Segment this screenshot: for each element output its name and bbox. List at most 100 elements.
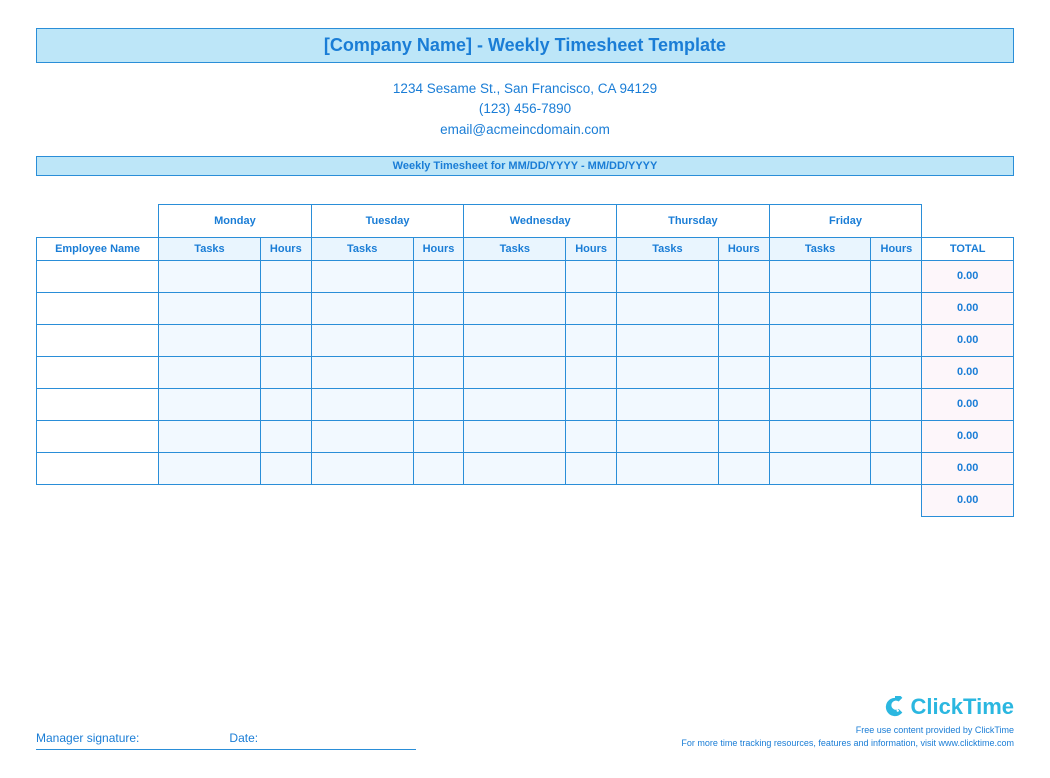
hours-cell[interactable]	[871, 388, 922, 420]
tasks-cell[interactable]	[464, 356, 566, 388]
col-hours: Hours	[718, 237, 769, 260]
tasks-cell[interactable]	[159, 292, 261, 324]
hours-cell[interactable]	[260, 452, 311, 484]
hours-cell[interactable]	[718, 260, 769, 292]
manager-signature-label: Manager signature:	[36, 731, 229, 745]
hours-cell[interactable]	[566, 324, 617, 356]
hours-cell[interactable]	[718, 292, 769, 324]
hours-cell[interactable]	[718, 324, 769, 356]
tasks-cell: 0.00	[922, 420, 1014, 452]
col-employee-name: Employee Name	[37, 237, 159, 260]
tasks-cell[interactable]	[311, 388, 413, 420]
employee-name-cell[interactable]	[37, 388, 159, 420]
tasks-cell[interactable]	[464, 324, 566, 356]
hours-cell[interactable]	[260, 356, 311, 388]
brand-line1: Free use content provided by ClickTime	[681, 725, 1014, 737]
col-hours: Hours	[413, 237, 464, 260]
tasks-cell[interactable]	[769, 324, 871, 356]
employee-name-cell[interactable]	[37, 356, 159, 388]
table-row: 0.00	[37, 260, 1014, 292]
tasks-cell[interactable]	[769, 420, 871, 452]
hours-cell[interactable]	[413, 420, 464, 452]
tasks-cell: 0.00	[922, 388, 1014, 420]
tasks-cell: 0.00	[922, 452, 1014, 484]
hours-cell[interactable]	[260, 292, 311, 324]
day-header-wednesday: Wednesday	[464, 204, 617, 237]
grand-total: 0.00	[922, 484, 1014, 516]
tasks-cell[interactable]	[769, 260, 871, 292]
hours-cell[interactable]	[413, 324, 464, 356]
tasks-cell[interactable]	[617, 388, 719, 420]
tasks-cell[interactable]	[159, 260, 261, 292]
hours-cell[interactable]	[871, 260, 922, 292]
tasks-cell[interactable]	[769, 452, 871, 484]
employee-name-cell[interactable]	[37, 420, 159, 452]
tasks-cell: 0.00	[922, 324, 1014, 356]
hours-cell[interactable]	[260, 388, 311, 420]
hours-cell[interactable]	[718, 388, 769, 420]
col-tasks: Tasks	[311, 237, 413, 260]
tasks-cell[interactable]	[769, 292, 871, 324]
hours-cell[interactable]	[566, 452, 617, 484]
hours-cell[interactable]	[413, 452, 464, 484]
tasks-cell[interactable]	[464, 420, 566, 452]
tasks-cell[interactable]	[464, 292, 566, 324]
clicktime-icon	[884, 696, 906, 718]
tasks-cell[interactable]	[617, 420, 719, 452]
hours-cell[interactable]	[413, 356, 464, 388]
tasks-cell[interactable]	[159, 356, 261, 388]
tasks-cell[interactable]	[311, 452, 413, 484]
hours-cell[interactable]	[871, 452, 922, 484]
tasks-cell[interactable]	[311, 260, 413, 292]
tasks-cell[interactable]	[617, 260, 719, 292]
page-title: [Company Name] - Weekly Timesheet Templa…	[36, 28, 1014, 63]
tasks-cell[interactable]	[311, 356, 413, 388]
col-tasks: Tasks	[617, 237, 719, 260]
hours-cell[interactable]	[718, 356, 769, 388]
tasks-cell[interactable]	[617, 356, 719, 388]
tasks-cell[interactable]	[769, 388, 871, 420]
hours-cell[interactable]	[260, 420, 311, 452]
hours-cell[interactable]	[260, 260, 311, 292]
hours-cell[interactable]	[566, 388, 617, 420]
tasks-cell[interactable]	[617, 324, 719, 356]
tasks-cell[interactable]	[159, 420, 261, 452]
brand-name: ClickTime	[910, 694, 1014, 720]
contact-phone: (123) 456-7890	[36, 99, 1014, 119]
hours-cell[interactable]	[871, 324, 922, 356]
hours-cell[interactable]	[566, 356, 617, 388]
employee-name-cell[interactable]	[37, 452, 159, 484]
col-hours: Hours	[566, 237, 617, 260]
employee-name-cell[interactable]	[37, 324, 159, 356]
hours-cell[interactable]	[718, 452, 769, 484]
hours-cell[interactable]	[413, 292, 464, 324]
tasks-cell[interactable]	[464, 260, 566, 292]
tasks-cell[interactable]	[617, 452, 719, 484]
hours-cell[interactable]	[566, 420, 617, 452]
hours-cell[interactable]	[718, 420, 769, 452]
hours-cell[interactable]	[871, 356, 922, 388]
day-header-monday: Monday	[159, 204, 312, 237]
hours-cell[interactable]	[413, 388, 464, 420]
table-row: 0.00	[37, 292, 1014, 324]
tasks-cell[interactable]	[464, 388, 566, 420]
hours-cell[interactable]	[871, 292, 922, 324]
tasks-cell[interactable]	[311, 420, 413, 452]
hours-cell[interactable]	[566, 292, 617, 324]
tasks-cell[interactable]	[311, 324, 413, 356]
contact-email: email@acmeincdomain.com	[36, 120, 1014, 140]
hours-cell[interactable]	[871, 420, 922, 452]
signature-line[interactable]: Manager signature: Date:	[36, 731, 416, 750]
tasks-cell[interactable]	[464, 452, 566, 484]
employee-name-cell[interactable]	[37, 292, 159, 324]
tasks-cell[interactable]	[159, 324, 261, 356]
tasks-cell[interactable]	[159, 388, 261, 420]
tasks-cell[interactable]	[311, 292, 413, 324]
tasks-cell[interactable]	[159, 452, 261, 484]
hours-cell[interactable]	[566, 260, 617, 292]
employee-name-cell[interactable]	[37, 260, 159, 292]
tasks-cell[interactable]	[769, 356, 871, 388]
hours-cell[interactable]	[413, 260, 464, 292]
tasks-cell[interactable]	[617, 292, 719, 324]
hours-cell[interactable]	[260, 324, 311, 356]
